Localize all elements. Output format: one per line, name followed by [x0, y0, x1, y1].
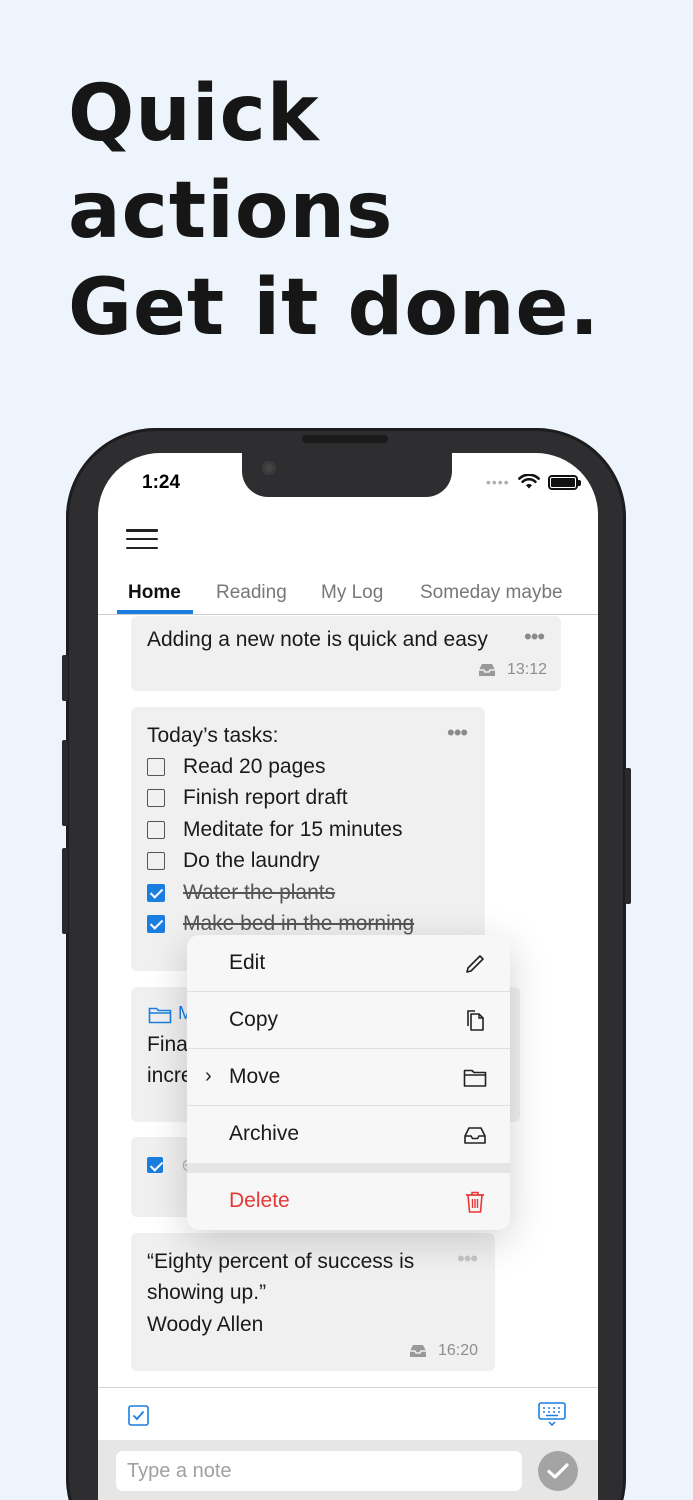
task-label: Finish report draft: [183, 786, 348, 810]
task-checkbox[interactable]: [147, 820, 165, 839]
inbox-icon: [479, 664, 495, 676]
quote-line: “Eighty percent of success is: [147, 1250, 415, 1273]
menu-item-label: Delete: [229, 1189, 290, 1212]
task-item: Meditate for 15 minutes: [147, 814, 414, 846]
task-checkbox-checked[interactable]: [147, 915, 165, 934]
checkbox-toggle-icon[interactable]: [128, 1405, 149, 1426]
menu-item-move[interactable]: › Move: [187, 1049, 510, 1106]
task-list-title: Today’s tasks:: [147, 724, 279, 747]
quote-note-card[interactable]: “Eighty percent of success is showing up…: [131, 1233, 495, 1371]
checkmark-icon: [547, 1463, 569, 1479]
archive-tray-icon: [464, 1127, 486, 1144]
signal-icon: ••••: [486, 474, 510, 490]
tab-someday-maybe[interactable]: Someday maybe: [420, 582, 563, 604]
task-item: Finish report draft: [147, 783, 414, 815]
headline-line-1: Quick: [68, 69, 320, 159]
task-checkbox[interactable]: [147, 852, 165, 871]
task-label: Do the laundry: [183, 849, 320, 873]
task-checkbox-checked[interactable]: [147, 883, 165, 902]
headline-line-2: actions: [68, 166, 394, 256]
headline-line-3: Get it done.: [68, 263, 601, 353]
status-time: 1:24: [142, 472, 181, 493]
power-button: [625, 768, 631, 904]
folder-icon: [463, 1069, 487, 1087]
wifi-icon: [517, 474, 540, 489]
menu-item-label: Copy: [229, 1008, 279, 1031]
status-icons: ••••: [486, 474, 581, 490]
speaker-grille: [302, 435, 388, 443]
task-label: Water the plants: [183, 880, 336, 904]
trash-icon: [466, 1191, 484, 1213]
task-label: Meditate for 15 minutes: [183, 817, 403, 841]
tab-reading[interactable]: Reading: [216, 582, 287, 604]
bottom-toolbar: [98, 1387, 598, 1440]
notch: [242, 453, 452, 497]
volume-down-button: [62, 848, 68, 934]
more-options-icon[interactable]: •••: [524, 626, 545, 648]
headline: Quick actions Get it done.: [68, 66, 600, 357]
folder-icon: [148, 1007, 172, 1024]
task-label: Read 20 pages: [183, 754, 326, 778]
menu-item-copy[interactable]: Copy: [187, 992, 510, 1049]
note-time: 16:20: [438, 1342, 479, 1359]
context-menu: Edit Copy › Move Archive Delete: [187, 935, 510, 1230]
menu-separator: [187, 1163, 510, 1173]
note-input[interactable]: [116, 1451, 522, 1491]
task-item: Read 20 pages: [147, 751, 414, 783]
note-meta: 13:12: [477, 661, 547, 679]
active-tab-indicator: [117, 610, 193, 614]
volume-up-button: [62, 740, 68, 826]
pencil-icon: [466, 955, 484, 973]
more-options-icon[interactable]: •••: [457, 1248, 478, 1270]
menu-item-delete[interactable]: Delete: [187, 1173, 510, 1230]
task-checkbox[interactable]: [147, 789, 165, 808]
more-options-icon[interactable]: •••: [447, 722, 468, 744]
note-text-line: Fina: [147, 1033, 188, 1056]
keyboard-icon[interactable]: [538, 1402, 566, 1426]
task-list-card[interactable]: Today’s tasks: ••• Read 20 pages Finish …: [131, 707, 485, 971]
menu-item-label: Archive: [229, 1122, 300, 1145]
note-meta: 16:20: [408, 1342, 478, 1360]
mute-switch: [62, 655, 68, 701]
menu-icon[interactable]: [126, 529, 158, 549]
task-item: Do the laundry: [147, 846, 414, 878]
quote-line: showing up.”: [147, 1281, 267, 1304]
note-text-line: incre: [147, 1064, 193, 1087]
menu-item-label: Move: [229, 1065, 281, 1088]
task-list: Read 20 pages Finish report draft Medita…: [147, 751, 414, 940]
chevron-right-icon: ›: [205, 1065, 212, 1087]
note-card[interactable]: Adding a new note is quick and easy ••• …: [131, 616, 561, 691]
menu-item-archive[interactable]: Archive: [187, 1106, 510, 1163]
front-camera: [262, 461, 276, 475]
task-item-done: Water the plants: [147, 877, 414, 909]
task-checkbox[interactable]: [147, 757, 165, 776]
menu-item-edit[interactable]: Edit: [187, 935, 510, 992]
copy-icon: [467, 1010, 484, 1031]
battery-icon: [547, 474, 581, 490]
send-button[interactable]: [538, 1451, 578, 1491]
tab-home[interactable]: Home: [128, 582, 181, 604]
note-text: Adding a new note is quick and easy: [147, 628, 488, 651]
quote-author: Woody Allen: [147, 1313, 264, 1336]
inbox-icon: [410, 1345, 426, 1357]
menu-item-label: Edit: [229, 951, 266, 974]
task-checkbox-checked[interactable]: [147, 1157, 163, 1173]
tab-my-log[interactable]: My Log: [321, 582, 383, 604]
note-time: 13:12: [507, 661, 548, 678]
task-label: Make bed in the morning: [183, 912, 415, 936]
